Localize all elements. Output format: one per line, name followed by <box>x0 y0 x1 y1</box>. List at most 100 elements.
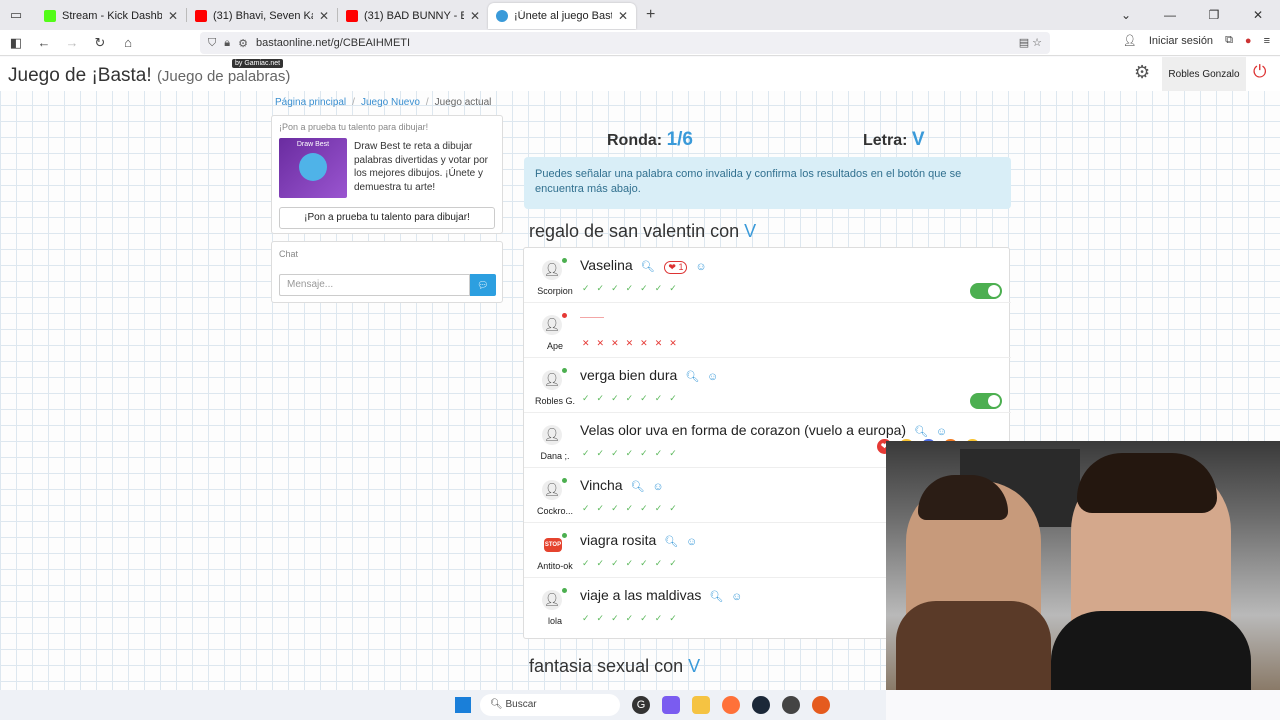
tab-basta[interactable]: ¡Únete al juego Basta! ✕ <box>488 3 636 29</box>
valid-toggle[interactable] <box>970 393 1002 409</box>
url-text: bastaonline.net/g/CBEAIHMETI <box>255 37 411 49</box>
tab-youtube-2[interactable]: (31) BAD BUNNY - BOOKER T (V ✕ <box>338 3 488 29</box>
tab-kick[interactable]: Stream - Kick Dashboard ✕ <box>36 3 186 29</box>
taskbar-apps: G <box>632 696 830 714</box>
browser-tab-bar: ▭ Stream - Kick Dashboard ✕ (31) Bhavi, … <box>0 0 1280 30</box>
heart-reaction-badge[interactable]: ❤ 1 <box>664 261 688 274</box>
add-reaction-icon[interactable]: ☺ <box>695 261 706 273</box>
breadcrumb-separator: / <box>352 97 355 108</box>
round-indicator: Ronda: 1/6 <box>607 129 693 151</box>
online-dot <box>562 588 567 593</box>
chat-panel: Chat Mensaje... 💬︎ <box>271 241 503 303</box>
close-icon[interactable]: ✕ <box>168 9 178 23</box>
chevron-down-icon[interactable]: ⌄ <box>1104 8 1148 22</box>
breadcrumb-separator: / <box>425 97 429 108</box>
url-bar[interactable]: ⛉ 🔒︎ ⚙ bastaonline.net/g/CBEAIHMETI ▤ ☆ <box>200 32 1050 54</box>
add-reaction-icon[interactable]: ☺ <box>652 481 663 493</box>
hair-shape <box>1077 453 1217 513</box>
reload-icon[interactable]: ↻ <box>88 35 112 51</box>
steam-icon[interactable] <box>752 696 770 714</box>
title-text: Juego de ¡Basta! <box>8 65 152 86</box>
extensions-icon[interactable]: ⧉ <box>1225 34 1233 47</box>
streamer-person-left <box>896 475 1051 690</box>
search-icon[interactable]: 🔍︎ <box>914 425 928 438</box>
add-reaction-icon[interactable]: ☺ <box>686 536 697 548</box>
account-icon[interactable]: 👤︎ <box>1123 34 1137 47</box>
online-dot <box>562 258 567 263</box>
app-icon[interactable] <box>782 696 800 714</box>
add-reaction-icon[interactable]: ☺ <box>731 591 742 603</box>
power-icon[interactable]: ⏻ <box>1253 62 1266 82</box>
user-avatar-icon: 👤︎ <box>542 315 562 335</box>
copilot-icon[interactable] <box>662 696 680 714</box>
new-tab-icon[interactable]: + <box>646 6 655 24</box>
add-reaction-icon[interactable]: ☺ <box>707 371 718 383</box>
answer-word: viaje a las maldivas 🔍︎ ☺ <box>580 587 742 603</box>
letter-label: Letra: <box>863 132 908 149</box>
send-icon[interactable]: 💬︎ <box>470 274 496 296</box>
user-name[interactable]: Robles Gonzalo <box>1162 57 1246 91</box>
back-icon[interactable]: ← <box>32 35 56 50</box>
player-name: Scorpion <box>537 286 573 296</box>
permissions-icon: ⚙ <box>238 37 248 50</box>
online-dot <box>562 533 567 538</box>
round-value: 1/6 <box>666 129 693 150</box>
online-dot <box>562 368 567 373</box>
signin-button[interactable]: Iniciar sesión <box>1149 35 1213 47</box>
answer-text: Velas olor uva en forma de corazon (vuel… <box>580 422 907 438</box>
restore-icon[interactable]: ❐ <box>1192 8 1236 22</box>
windows-start-icon[interactable] <box>455 697 471 713</box>
reader-mode-icon[interactable]: ▤ ☆ <box>1019 36 1042 49</box>
firefox-icon[interactable] <box>722 696 740 714</box>
valid-toggle[interactable] <box>970 283 1002 299</box>
extension-badge-icon[interactable]: ● <box>1245 35 1252 47</box>
search-icon[interactable]: 🔍︎ <box>709 590 723 603</box>
search-icon: 🔍︎ <box>490 699 506 710</box>
kick-icon <box>44 10 56 22</box>
app-icon[interactable]: G <box>632 696 650 714</box>
search-icon[interactable]: 🔍︎ <box>685 370 699 383</box>
windows-taskbar: 🔍︎ Buscar G <box>0 690 886 720</box>
vote-marks: ✓✓✓✓✓✓✓ <box>582 283 684 293</box>
app-icon[interactable] <box>812 696 830 714</box>
window-controls: ⌄ — ❐ ✕ <box>1104 0 1280 30</box>
minimize-icon[interactable]: — <box>1148 8 1192 22</box>
promo-image[interactable]: Draw Best <box>279 138 347 198</box>
close-icon[interactable]: ✕ <box>618 9 628 23</box>
search-icon[interactable]: 🔍︎ <box>630 480 644 493</box>
search-icon[interactable]: 🔍︎ <box>664 535 678 548</box>
sidebar-icon[interactable]: ◧ <box>4 35 28 51</box>
tab-list-icon[interactable]: ▭ <box>4 7 28 23</box>
site-header: Juego de ¡Basta! (Juego de palabras) by … <box>0 57 1280 91</box>
answer-word: verga bien dura 🔍︎ ☺ <box>580 367 718 383</box>
close-icon[interactable]: ✕ <box>470 9 480 23</box>
breadcrumb-current: Juego actual <box>434 97 492 108</box>
breadcrumb-home[interactable]: Página principal <box>275 97 346 108</box>
offline-dot <box>562 313 567 318</box>
nav-right-group: 👤︎ Iniciar sesión ⧉ ● ≡ <box>1123 34 1270 47</box>
vote-marks: ✓✓✓✓✓✓✓ <box>582 393 684 403</box>
chat-message-input[interactable]: Mensaje... <box>279 274 470 296</box>
taskbar-search[interactable]: 🔍︎ Buscar <box>480 694 620 716</box>
gear-icon[interactable]: ⚙ <box>1134 62 1150 83</box>
category-title: regalo de san valentin con V <box>529 221 756 242</box>
shirt-shape <box>1051 611 1251 690</box>
folder-icon[interactable] <box>692 696 710 714</box>
search-icon[interactable]: 🔍︎ <box>641 260 655 273</box>
promo-button[interactable]: ¡Pon a prueba tu talento para dibujar! <box>279 207 495 229</box>
breadcrumb-new-game[interactable]: Juego Nuevo <box>361 97 420 108</box>
player-name: Cockro... <box>536 506 573 516</box>
empty-answer-line <box>580 317 604 318</box>
close-icon[interactable]: ✕ <box>319 9 329 23</box>
add-reaction-icon[interactable]: ☺ <box>936 426 947 438</box>
category-letter: V <box>744 221 757 241</box>
close-window-icon[interactable]: ✕ <box>1236 8 1280 22</box>
tab-youtube-1[interactable]: (31) Bhavi, Seven Kayne, Shako ✕ <box>187 3 337 29</box>
answer-word: viagra rosita 🔍︎ ☺ <box>580 532 697 548</box>
menu-icon[interactable]: ≡ <box>1264 35 1270 47</box>
home-icon[interactable]: ⌂ <box>116 35 140 50</box>
answer-word: Vaselina 🔍︎ ❤ 1 ☺ <box>580 257 707 274</box>
forward-icon[interactable]: → <box>60 35 84 50</box>
page-title[interactable]: Juego de ¡Basta! (Juego de palabras) <box>8 65 290 87</box>
category-title: fantasia sexual con V <box>529 656 700 677</box>
